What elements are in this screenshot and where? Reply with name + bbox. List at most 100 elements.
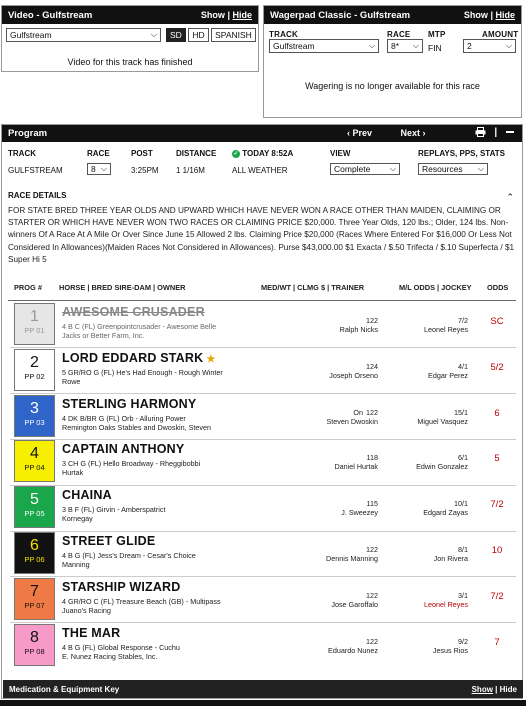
chevron-down-icon: ⌵ [100,164,107,173]
wager-track-select[interactable]: Gulfstream ⌵ [269,39,379,53]
horse-name[interactable]: CHAINA [62,488,112,502]
program-panel: Program ‹ Prev Next › | TRACK GULFSTREAM… [1,124,523,699]
horse-breeding: 4 B G (FL) Jess's Dream - Cesar's Choice… [62,551,237,569]
sire-dam: 4 B G (FL) Jess's Dream - Cesar's Choice [62,551,196,560]
horse-breeding: 3 CH G (FL) Hello Broadway - Rheggibobbi… [62,459,237,477]
wagerpad-show-link[interactable]: Show [464,10,488,20]
weight: 122 [270,591,378,600]
chevron-up-icon[interactable]: ⌃ [506,192,514,203]
next-race-button[interactable]: Next › [401,128,426,138]
morning-line-jockey: 6/1 Edwin Gonzalez [390,453,468,471]
chevron-down-icon: ⌵ [389,164,396,173]
horse-breeding: 3 B F (FL) Girvin - Amberspatrict Kornega… [62,505,237,523]
spanish-button[interactable]: SPANISH [211,28,256,42]
video-hide-link[interactable]: Hide [232,10,252,20]
post-position-box: 6 PP 06 [14,532,55,574]
post-position-label: PP 02 [24,371,45,381]
post-label: POST [131,149,153,158]
sire-dam: 4 DK B/BR G (FL) Orb - Alluring Power [62,413,186,423]
program-number: 3 [30,399,39,417]
minus-icon[interactable] [506,131,514,134]
star-icon: ★ [206,353,216,365]
med-weight-trainer: 122 Eduardo Nunez [270,637,378,655]
med-weight-trainer: 122 Ralph Nicks [270,316,378,334]
sd-button[interactable]: SD [166,28,186,42]
med-weight-trainer: 122 Dennis Manning [270,545,378,563]
current-odds: 6 [494,407,500,419]
wagerpad-hide-link[interactable]: Hide [495,10,515,20]
horse-breeding: 5 GR/RO G (FL) He's Had Enough - Rough W… [62,368,237,386]
race-navigation: ‹ Prev Next › [347,128,452,138]
morning-line-jockey: 9/2 Jesus Rios [390,637,468,655]
morning-line-odds: 10/1 [454,499,468,509]
race-select[interactable]: 8 ⌵ [87,163,111,175]
program-number: 5 [30,491,39,509]
horse-name[interactable]: THE MAR [62,626,120,640]
horse-name-text: STARSHIP WIZARD [62,579,181,594]
horse-row[interactable]: 3 PP 03 STERLING HARMONY 4 DK B/BR G (FL) O… [10,394,516,438]
horse-row[interactable]: 7 PP 07 STARSHIP WIZARD 4 GR/RO C (FL) Trea… [10,577,516,621]
morning-line-odds: 4/1 [458,361,468,371]
jockey: Miguel Vasquez [417,416,468,426]
jockey: Edgar Perez [428,370,468,380]
wager-race-select[interactable]: 8* ⌵ [387,39,423,53]
morning-line-jockey: 15/1 Miguel Vasquez [390,408,468,426]
wager-race-value: 8* [391,41,400,51]
sire-dam: 5 GR/RO G (FL) He's Had Enough - Rough W… [62,367,223,377]
trainer: Dennis Manning [326,554,378,563]
owner: Kornegay [62,514,93,524]
chevron-down-icon: ⌵ [477,164,484,173]
view-select[interactable]: Complete ⌵ [330,163,400,175]
sire-dam: 4 B G (FL) Global Response - Cuchu [62,642,180,652]
hd-button[interactable]: HD [188,28,209,42]
wager-amount-select[interactable]: 2 ⌵ [463,39,516,53]
medication-key-links: Show | Hide [472,685,517,694]
video-show-hide: Show | Hide [201,10,252,20]
post-position-label: PP 01 [24,326,45,335]
post-position-box: 8 PP 08 [14,623,55,666]
program-header: Program ‹ Prev Next › | [2,125,522,142]
check-circle-icon: ✓ [232,149,240,158]
medication-code: On [353,407,363,417]
tools-separator: | [494,127,498,138]
jockey: Jon Rivera [433,554,468,563]
wager-race-label: RACE [387,30,411,39]
video-track-select[interactable]: Gulfstream ⌵ [6,28,161,42]
horse-name[interactable]: STARSHIP WIZARD [62,580,181,594]
col-prog: PROG # [14,283,42,292]
program-number: 6 [30,537,39,554]
medication-key-bar: Medication & Equipment Key Show | Hide [3,680,523,698]
video-show-link[interactable]: Show [201,10,225,20]
horse-name[interactable]: AWESOME CRUSADER [62,305,205,319]
morning-line-odds: 3/1 [458,590,468,600]
horse-name[interactable]: CAPTAIN ANTHONY [62,442,184,456]
horse-row[interactable]: 5 PP 05 CHAINA 3 B F (FL) Girvin - Amberspa… [10,485,516,529]
program-number: 4 [30,445,39,463]
next-panel-header [0,700,526,706]
prev-race-button[interactable]: ‹ Prev [347,128,372,138]
program-number: 2 [30,353,39,371]
horse-name[interactable]: STERLING HARMONY [62,397,196,411]
col-med: MED/WT | CLMG $ | TRAINER [261,283,365,292]
medication-hide-link[interactable]: Hide [500,685,517,694]
sire-dam: 4 B C (FL) Greenpointcrusader - Awesome … [62,322,217,331]
program-tools: | [475,127,514,138]
horse-name[interactable]: STREET GLIDE [62,534,155,548]
horse-row[interactable]: 6 PP 06 STREET GLIDE 4 B G (FL) Jess's Drea… [10,531,516,575]
view-label: VIEW [330,149,351,158]
horse-row[interactable]: 2 PP 02 LORD EDDARD STARK ★ 5 GR/RO G (FL) H… [10,348,516,392]
video-message: Video for this track has finished [67,57,193,67]
horse-name[interactable]: LORD EDDARD STARK ★ [62,351,216,365]
printer-icon[interactable] [475,127,486,138]
horse-row[interactable]: 4 PP 04 CAPTAIN ANTHONY 3 CH G (FL) Hello B… [10,439,516,483]
horse-name-text: STERLING HARMONY [62,396,197,411]
video-panel-header: Video - Gulfstream Show | Hide [2,6,258,24]
horse-row[interactable]: 1 PP 01 AWESOME CRUSADER 4 B C (FL) Greenpo… [10,302,516,346]
weight-value: 122 [366,407,378,417]
weight: 122 [270,637,378,646]
replays-select[interactable]: Resources ⌵ [418,163,488,175]
trainer: Jose Garoffalo [331,599,378,609]
horse-row[interactable]: 8 PP 08 THE MAR 4 B G (FL) Global Response … [10,623,516,667]
medication-show-link[interactable]: Show [472,685,493,694]
morning-line-odds: 6/1 [458,453,468,463]
